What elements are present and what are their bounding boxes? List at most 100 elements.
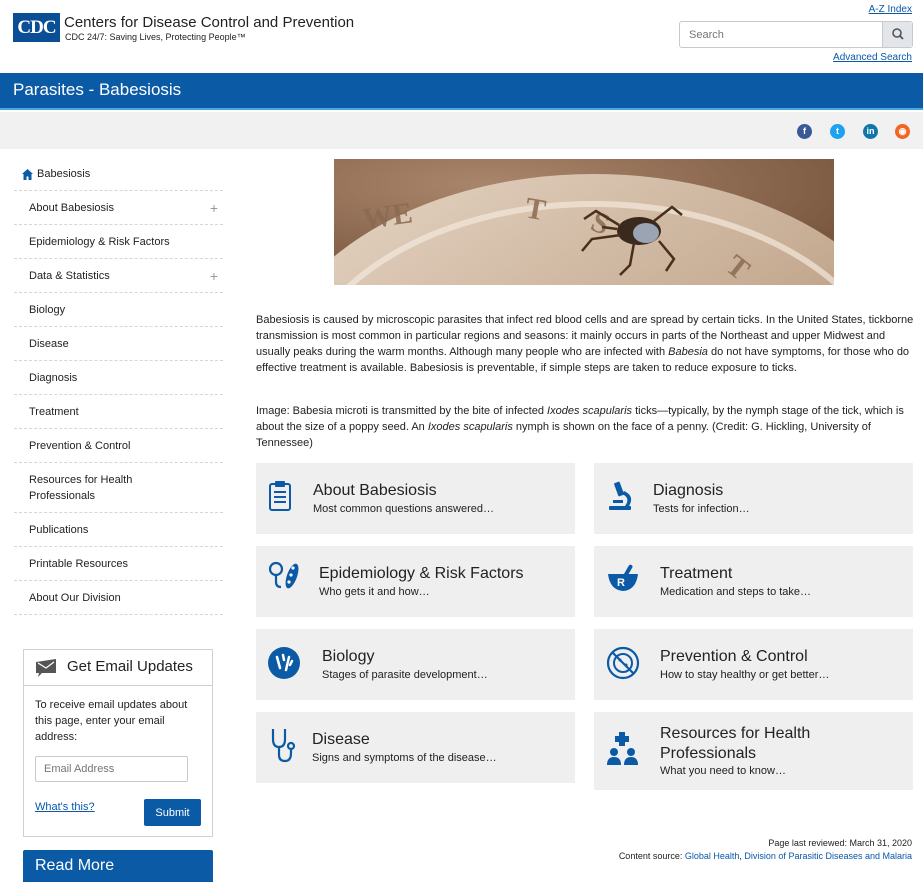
linkedin-icon[interactable]: in — [863, 124, 878, 139]
sidebar-item-treatment[interactable]: Treatment — [14, 395, 223, 429]
card-title: About Babesiosis — [313, 482, 437, 499]
read-more-header[interactable]: Read More — [23, 850, 213, 882]
sidebar-item-label: Prevention & Control — [29, 439, 131, 452]
az-index-link[interactable]: A-Z Index — [869, 4, 912, 15]
card-title: Treatment — [660, 565, 733, 582]
card-subtitle: Signs and symptoms of the disease… — [312, 752, 497, 764]
sidebar-item-label: Treatment — [29, 405, 79, 418]
sidebar-item-diagnosis[interactable]: Diagnosis — [14, 361, 223, 395]
home-icon — [22, 168, 33, 180]
card-title-line: Resources for Health — [660, 725, 811, 742]
card-title: Prevention & Control — [660, 648, 808, 665]
sidebar-item-label: Publications — [29, 523, 89, 536]
card-subtitle: Who gets it and how… — [319, 586, 430, 598]
facebook-icon[interactable]: f — [797, 124, 812, 139]
sidebar-item-home[interactable]: Babesiosis — [14, 158, 223, 191]
image-caption: Image: Babesia microti is transmitted by… — [256, 403, 914, 451]
email-updates-box: Get Email Updates To receive email updat… — [23, 649, 213, 837]
card-subtitle: Most common questions answered… — [313, 503, 494, 515]
sidebar-item-printable[interactable]: Printable Resources — [14, 547, 223, 581]
prevention-icon — [606, 646, 640, 680]
card-title: Epidemiology & Risk Factors — [319, 565, 524, 582]
card-epidemiology[interactable]: Epidemiology & Risk Factors Who gets it … — [256, 546, 575, 617]
sidebar-item-disease[interactable]: Disease — [14, 327, 223, 361]
card-title: Disease — [312, 731, 370, 748]
org-tagline: CDC 24/7: Saving Lives, Protecting Peopl… — [65, 32, 246, 42]
hero-image: WE T S T — [334, 159, 834, 285]
mortar-pestle-icon: R — [608, 564, 638, 591]
cdc-logo[interactable]: CDC — [13, 13, 60, 42]
expand-icon[interactable]: + — [210, 200, 218, 216]
intro-paragraph: Babesiosis is caused by microscopic para… — [256, 312, 914, 376]
card-disease[interactable]: Disease Signs and symptoms of the diseas… — [256, 712, 575, 783]
card-subtitle: What you need to know… — [660, 765, 786, 777]
caption-emphasis: Ixodes scapularis — [547, 405, 633, 417]
email-updates-title: Get Email Updates — [67, 658, 193, 675]
whats-this-link[interactable]: What's this? — [35, 801, 95, 813]
email-updates-text: To receive email updates about this page… — [35, 699, 188, 743]
card-diagnosis[interactable]: Diagnosis Tests for infection… — [594, 463, 913, 534]
sidebar-item-label: About Babesiosis — [29, 201, 114, 214]
advanced-search-link[interactable]: Advanced Search — [833, 52, 912, 63]
card-subtitle: Tests for infection… — [653, 503, 750, 515]
search-button[interactable] — [882, 22, 912, 47]
card-subtitle: Medication and steps to take… — [660, 586, 812, 598]
stethoscope-icon — [271, 729, 296, 763]
svg-text:WE: WE — [360, 196, 414, 236]
card-treatment[interactable]: R Treatment Medication and steps to take… — [594, 546, 913, 617]
sidebar-item-label: Disease — [29, 337, 69, 350]
health-professionals-icon — [607, 732, 638, 765]
global-health-link[interactable]: Global Health — [685, 851, 740, 861]
sidebar-item-label: Data & Statistics — [29, 269, 110, 282]
sidebar-item-publications[interactable]: Publications — [14, 513, 223, 547]
sidebar-item-about[interactable]: About Babesiosis + — [14, 191, 223, 225]
sidebar-item-label: Resources for Health Professionals — [29, 473, 133, 502]
card-prevention[interactable]: Prevention & Control How to stay healthy… — [594, 629, 913, 700]
page-title-band: Parasites - Babesiosis — [0, 73, 923, 110]
sidebar-item-biology[interactable]: Biology — [14, 293, 223, 327]
card-subtitle: How to stay healthy or get better… — [660, 669, 830, 681]
submit-button[interactable]: Submit — [144, 799, 201, 826]
sidebar-item-prevention[interactable]: Prevention & Control — [14, 429, 223, 463]
caption-text: Image: Babesia microti is transmitted by… — [256, 405, 548, 417]
sidebar-item-resources[interactable]: Resources for Health Professionals — [14, 463, 223, 513]
card-about-babesiosis[interactable]: About Babesiosis Most common questions a… — [256, 463, 575, 534]
microscope-icon — [609, 481, 632, 510]
card-resources[interactable]: Resources for Health Professionals What … — [594, 712, 913, 790]
card-subtitle: Stages of parasite development… — [322, 669, 488, 681]
expand-icon[interactable]: + — [210, 268, 218, 284]
search-input[interactable] — [680, 22, 883, 47]
sidebar-item-data-statistics[interactable]: Data & Statistics + — [14, 259, 223, 293]
sidebar-item-label: About Our Division — [29, 591, 121, 604]
intro-emphasis: Babesia — [668, 346, 708, 358]
sidebar-item-label: Epidemiology & Risk Factors — [29, 235, 170, 248]
clipboard-icon — [269, 481, 291, 511]
card-title: Biology — [322, 648, 375, 665]
card-title: Resources for Health Professionals — [660, 724, 810, 764]
card-title: Diagnosis — [653, 482, 724, 499]
parasitic-diseases-link[interactable]: Division of Parasitic Diseases and Malar… — [744, 851, 912, 861]
sidebar-item-label: Diagnosis — [29, 371, 78, 384]
page-title: Parasites - Babesiosis — [13, 80, 182, 99]
epidemiology-icon — [268, 561, 299, 589]
sidebar-item-label: Biology — [29, 303, 66, 316]
sidebar-item-division[interactable]: About Our Division — [14, 581, 223, 615]
org-name[interactable]: Centers for Disease Control and Preventi… — [64, 14, 354, 31]
sidebar-item-epidemiology[interactable]: Epidemiology & Risk Factors — [14, 225, 223, 259]
email-updates-header: Get Email Updates — [24, 650, 212, 686]
biology-icon — [268, 647, 300, 679]
search-box — [679, 21, 913, 48]
twitter-icon[interactable]: t — [830, 124, 845, 139]
tick-on-penny-image: WE T S T — [334, 159, 834, 285]
sidebar-item-label: Babesiosis — [37, 168, 91, 180]
envelope-icon — [36, 659, 56, 677]
content-source-label: Content source: — [618, 851, 685, 861]
search-icon — [892, 28, 904, 40]
page-last-reviewed: Page last reviewed: March 31, 2020 — [768, 838, 912, 848]
card-biology[interactable]: Biology Stages of parasite development… — [256, 629, 575, 700]
content-source: Content source: Global Health, Division … — [619, 851, 912, 861]
svg-text:R: R — [617, 577, 625, 589]
sidebar-nav: Babesiosis About Babesiosis + Epidemiolo… — [14, 158, 223, 615]
email-field[interactable] — [35, 756, 188, 782]
syndicate-icon[interactable]: ◉ — [895, 124, 910, 139]
